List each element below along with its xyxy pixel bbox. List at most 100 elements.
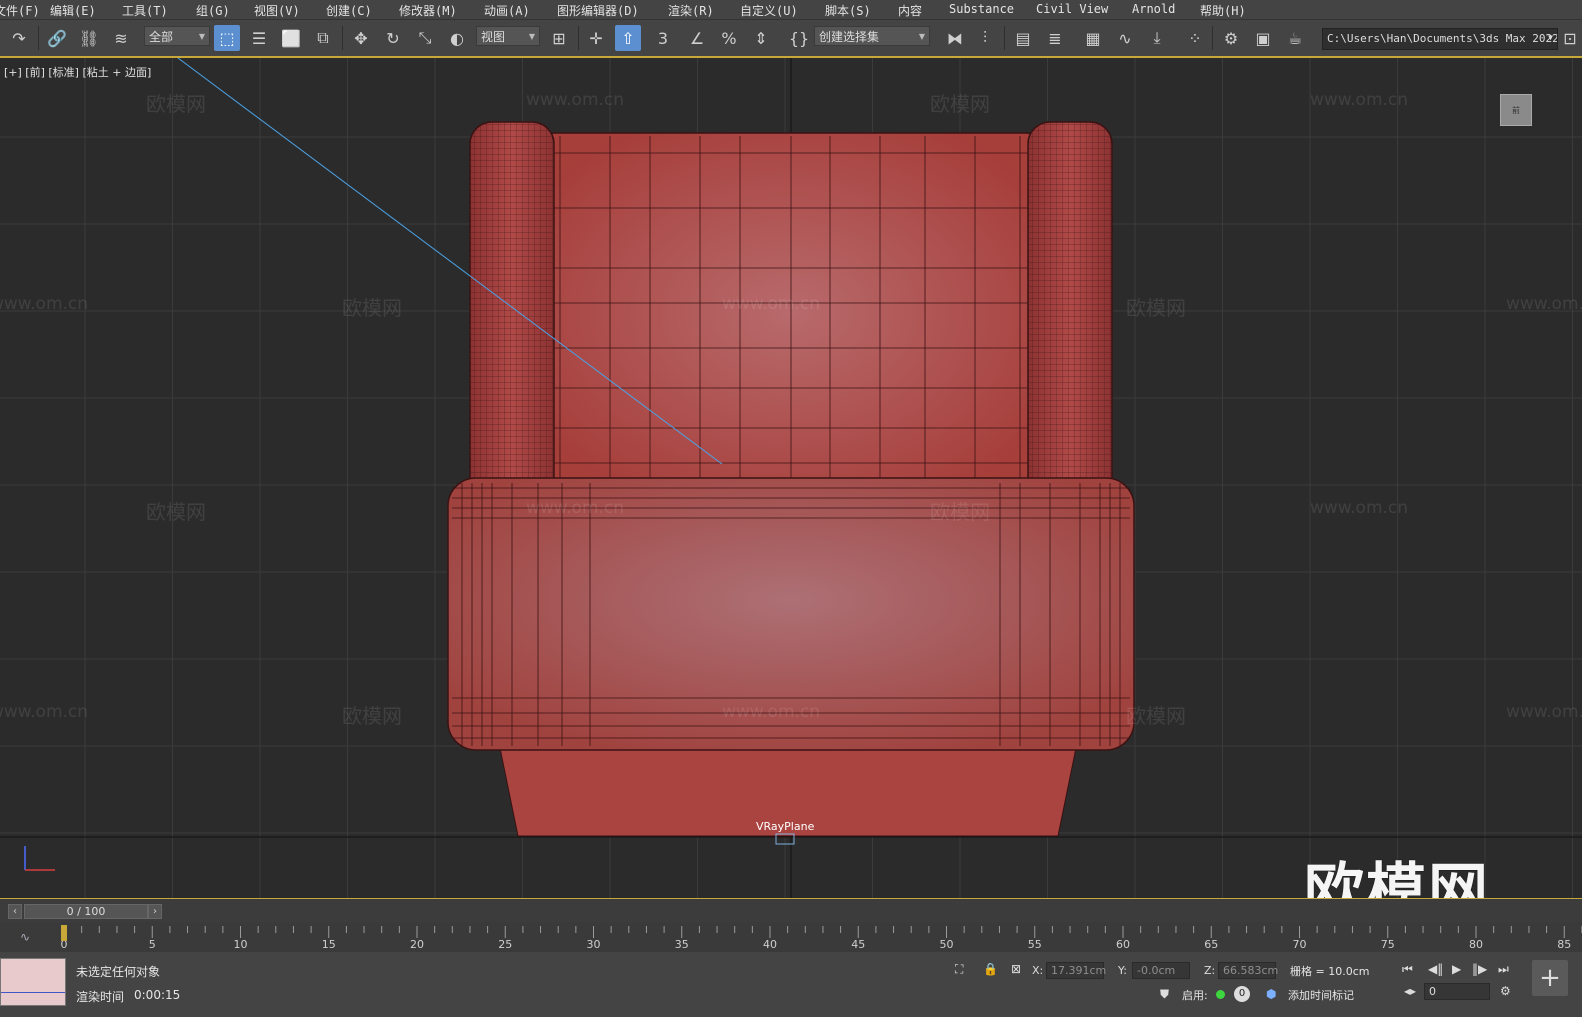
- menu-substance[interactable]: Substance: [949, 2, 1014, 16]
- right-armrest-mesh: [1028, 122, 1112, 512]
- menu-graph-editors[interactable]: 图形编辑器(D): [557, 2, 639, 19]
- selection-filter-dropdown[interactable]: 全部 ▼: [144, 26, 210, 46]
- menu-rendering[interactable]: 渲染(R): [668, 2, 714, 19]
- enable-counter[interactable]: 0: [1234, 986, 1250, 1002]
- window-crossing-icon[interactable]: ⧉: [310, 25, 336, 51]
- viewport-canvas[interactable]: [0, 58, 1582, 898]
- placement-icon[interactable]: ◐: [444, 25, 470, 51]
- viewcube[interactable]: 前: [1500, 94, 1532, 126]
- scene-explorer-icon[interactable]: ▤: [1010, 25, 1036, 51]
- ruler-label: 30: [587, 938, 601, 951]
- rendered-frame-window-icon[interactable]: ▣: [1250, 25, 1276, 51]
- isolate-selection-icon[interactable]: ⛶: [955, 962, 963, 977]
- spinner-snap-icon[interactable]: ⇕: [748, 25, 774, 51]
- select-by-name-icon[interactable]: ☰: [246, 25, 272, 51]
- render-time-value: 0:00:15: [134, 988, 181, 1002]
- go-to-end-icon[interactable]: ⏭: [1498, 962, 1509, 977]
- y-label: Y:: [1118, 964, 1127, 977]
- bind-space-warp-icon[interactable]: ≋: [108, 25, 134, 51]
- render-setup-icon[interactable]: ⚙: [1218, 25, 1244, 51]
- percent-snap-icon[interactable]: %: [716, 25, 742, 51]
- watermark: www.om.cn: [526, 90, 625, 110]
- current-frame-spinner[interactable]: 0: [1424, 983, 1490, 1000]
- menu-arnold[interactable]: Arnold: [1132, 2, 1175, 16]
- absolute-mode-icon[interactable]: ⊠: [1011, 962, 1021, 976]
- y-coordinate-field[interactable]: -0.0cm: [1132, 962, 1190, 979]
- menu-scripting[interactable]: 脚本(S): [825, 2, 871, 19]
- select-object-icon[interactable]: ⬚: [214, 25, 240, 51]
- time-slider[interactable]: ‹ 0 / 100 ›: [0, 898, 1582, 922]
- add-button[interactable]: +: [1532, 960, 1568, 996]
- menu-view[interactable]: 视图(V): [254, 2, 300, 19]
- vrayplane-label[interactable]: VRayPlane: [756, 820, 814, 833]
- adaptive-degradation-icon[interactable]: ⛊: [1160, 987, 1169, 1002]
- render-production-icon[interactable]: ☕: [1282, 25, 1308, 51]
- curve-editor-icon[interactable]: ∿: [1112, 25, 1138, 51]
- z-coordinate-field[interactable]: 66.583cm: [1218, 962, 1278, 979]
- watermark: 欧模网: [930, 92, 990, 116]
- selection-status: 未选定任何对象: [76, 965, 161, 979]
- x-coordinate-field[interactable]: 17.391cm: [1046, 962, 1106, 979]
- next-frame-button-icon[interactable]: ‖▶︎: [1472, 962, 1487, 976]
- pivot-center-icon[interactable]: ⊞: [546, 25, 572, 51]
- menu-modifiers[interactable]: 修改器(M): [399, 2, 457, 19]
- render-time-label: 渲染时间: [76, 990, 125, 1004]
- separator: [1004, 26, 1005, 50]
- menu-content[interactable]: 内容: [898, 2, 922, 19]
- menu-civil-view[interactable]: Civil View: [1036, 2, 1108, 16]
- project-path-dropdown[interactable]: C:\Users\Han\Documents\3ds Max 2022 ▼: [1322, 28, 1558, 50]
- select-manipulate-icon[interactable]: ✛: [583, 25, 609, 51]
- keyboard-shortcut-override-icon[interactable]: ⇧: [615, 25, 641, 51]
- track-bar[interactable]: ∿ 0 5 10 15 20 25 30 35 40 45 50 55 60 65 70 75 80 85: [0, 922, 1582, 952]
- link-icon[interactable]: 🔗: [44, 25, 70, 51]
- move-icon[interactable]: ✥: [348, 25, 374, 51]
- toggle-ribbon-icon[interactable]: ▦: [1080, 25, 1106, 51]
- redo-icon[interactable]: ↷: [6, 25, 32, 51]
- layer-explorer-icon[interactable]: ≣: [1042, 25, 1068, 51]
- listener-divider: [1, 992, 65, 993]
- expand-toolbar-icon[interactable]: ⊡: [1560, 25, 1580, 51]
- rectangular-selection-icon[interactable]: ⬜: [278, 25, 304, 51]
- menu-tools[interactable]: 工具(T): [122, 2, 168, 19]
- watermark: www.om.cn: [1310, 498, 1409, 518]
- align-icon[interactable]: ⫶: [972, 25, 998, 51]
- time-tag-icon[interactable]: ⬢: [1266, 987, 1276, 1001]
- frame-display[interactable]: 0 / 100: [24, 904, 148, 919]
- next-frame-icon[interactable]: ›: [148, 904, 162, 919]
- edit-named-selection-icon[interactable]: {}: [786, 25, 812, 51]
- menu-edit[interactable]: 编辑(E): [50, 2, 96, 19]
- chevron-down-icon: ▼: [528, 31, 535, 41]
- front-viewport[interactable]: [+] [前] [标准] [粘土 + 边面] 欧模网 www.om.cn 欧模网…: [0, 58, 1582, 898]
- time-config-icon[interactable]: ⚙: [1500, 984, 1511, 998]
- reference-coordinate-dropdown[interactable]: 视图 ▼: [476, 26, 540, 46]
- play-icon[interactable]: ▶: [1452, 962, 1461, 976]
- ruler-label: 85: [1557, 938, 1571, 951]
- rotate-icon[interactable]: ↻: [380, 25, 406, 51]
- ruler-label: 50: [940, 938, 954, 951]
- menu-help[interactable]: 帮助(H): [1200, 2, 1246, 19]
- lock-selection-icon[interactable]: 🔒: [983, 962, 998, 976]
- viewport-label[interactable]: [+] [前] [标准] [粘土 + 边面]: [4, 64, 151, 80]
- ruler-label: 15: [322, 938, 336, 951]
- previous-frame-icon[interactable]: ◀︎‖: [1428, 962, 1443, 976]
- track-bar-ruler[interactable]: 0 5 10 15 20 25 30 35 40 45 50 55 60 65 70 75 80 85: [0, 922, 1582, 952]
- menu-animation[interactable]: 动画(A): [484, 2, 530, 19]
- angle-snap-icon[interactable]: ∠: [684, 25, 710, 51]
- menu-create[interactable]: 创建(C): [326, 2, 372, 19]
- prev-frame-icon[interactable]: ‹: [8, 904, 22, 919]
- menu-group[interactable]: 组(G): [196, 2, 230, 19]
- add-time-tag-button[interactable]: 添加时间标记: [1288, 987, 1354, 1003]
- scale-icon[interactable]: ⤡: [412, 25, 438, 51]
- menu-customize[interactable]: 自定义(U): [740, 2, 798, 19]
- unlink-icon[interactable]: ⛓: [76, 25, 102, 51]
- go-to-start-icon[interactable]: ⏮: [1402, 962, 1413, 977]
- menu-file[interactable]: 文件(F): [0, 2, 40, 19]
- schematic-view-icon[interactable]: ⤓: [1144, 25, 1170, 51]
- maxscript-listener-preview[interactable]: [0, 958, 66, 1006]
- snap-toggle-icon[interactable]: 3: [650, 25, 676, 51]
- named-selection-dropdown[interactable]: 创建选择集 ▼: [814, 26, 930, 46]
- mirror-icon[interactable]: ⧓: [942, 25, 968, 51]
- material-editor-icon[interactable]: ⁘: [1182, 25, 1208, 51]
- viewcube-face-label: 前: [1512, 105, 1520, 115]
- key-mode-icon[interactable]: ◂▸: [1404, 984, 1416, 998]
